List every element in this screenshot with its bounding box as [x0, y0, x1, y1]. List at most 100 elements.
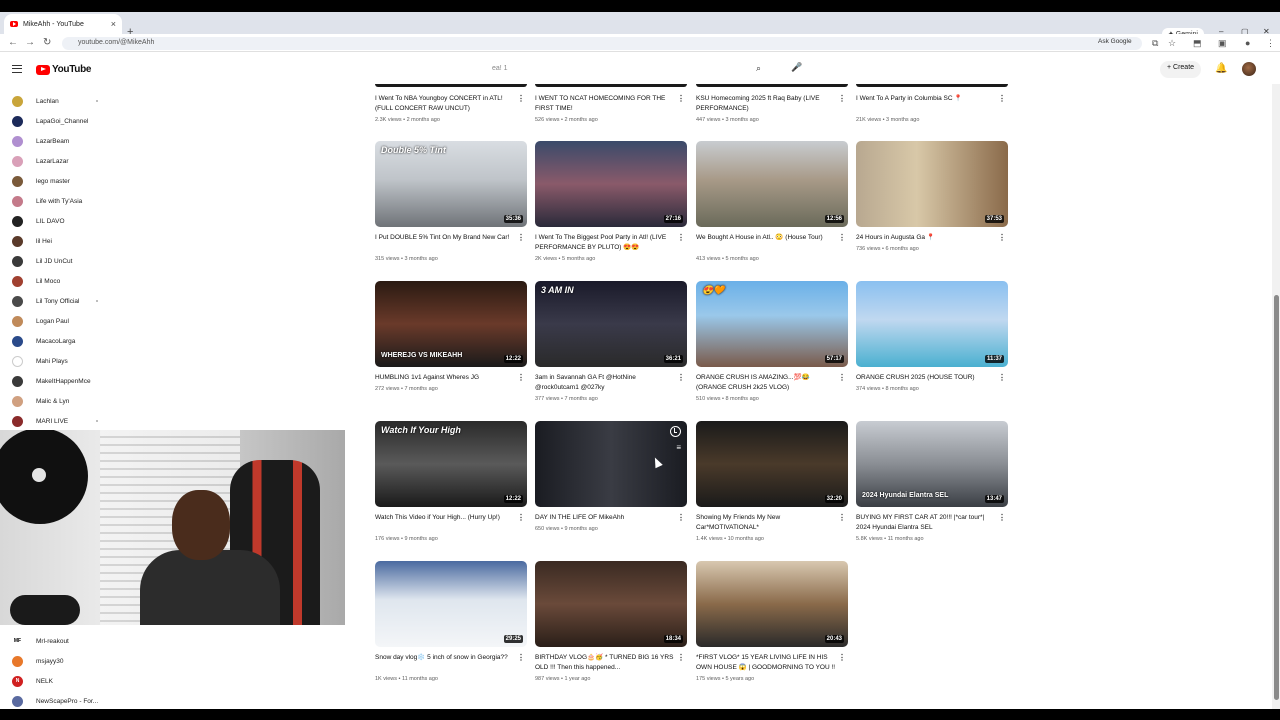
video-thumbnail[interactable]: ≡ [535, 421, 687, 507]
video-thumbnail[interactable]: 12:56 [696, 141, 848, 227]
video-thumbnail[interactable]: 20:43 [696, 561, 848, 647]
extensions-icon[interactable]: ⬒ [1193, 38, 1202, 49]
sidebar-channel-item[interactable]: N NELK [12, 674, 112, 688]
video-title[interactable]: *FIRST VLOG* 15 YEAR LIVING LIFE IN HIS … [696, 653, 838, 672]
video-title[interactable]: I Went To NBA Youngboy CONCERT in ATL! (… [375, 94, 517, 113]
video-title[interactable]: Snow day vlog❄️ 5 inch of snow in Georgi… [375, 653, 517, 663]
video-thumbnail[interactable]: 18:34 [535, 561, 687, 647]
video-card[interactable]: I Went To NBA Youngboy CONCERT in ATL! (… [375, 84, 527, 124]
video-thumbnail[interactable] [856, 84, 1008, 87]
sidebar-channel-item[interactable]: lego master [12, 174, 112, 188]
video-title[interactable]: BUYING MY FIRST CAR AT 20!!! |*car tour*… [856, 513, 998, 532]
sidebar-channel-item[interactable]: Malic & Lyn [12, 394, 112, 408]
video-thumbnail[interactable]: WHEREJG VS MIKEAHH 12:22 [375, 281, 527, 367]
video-title[interactable]: I Put DOUBLE 5% Tint On My Brand New Car… [375, 233, 517, 243]
more-actions-icon[interactable]: ⋮ [517, 233, 525, 242]
sidebar-channel-item[interactable]: MARI LIVE [12, 414, 112, 428]
sidebar-channel-item[interactable]: LazarLazar [12, 154, 112, 168]
sidebar-channel-item[interactable]: lil Hei [12, 234, 112, 248]
video-thumbnail[interactable] [535, 84, 687, 87]
video-title[interactable]: 3am in Savannah GA Ft @HotNine @rock0utc… [535, 373, 677, 392]
video-title[interactable]: Watch This Video if Your High... (Hurry … [375, 513, 517, 523]
video-title[interactable]: HUMBLING 1v1 Against Wheres JG [375, 373, 517, 383]
sidebar-channel-item[interactable]: NewScapePro - For... [12, 694, 112, 708]
video-title[interactable]: DAY IN THE LIFE OF MikeAhh [535, 513, 677, 523]
more-actions-icon[interactable]: ⋮ [517, 513, 525, 522]
video-card[interactable]: 27:16 I Went To The Biggest Pool Party in… [535, 141, 687, 271]
video-title[interactable]: ORANGE CRUSH IS AMAZING...💯😂 (ORANGE CRU… [696, 373, 838, 392]
video-title[interactable]: We Bought A House in Atl.. 😳 (House Tour… [696, 233, 838, 243]
video-title[interactable]: Showing My Friends My New Car*MOTIVATION… [696, 513, 838, 532]
scrollbar-thumb[interactable] [1274, 295, 1279, 700]
video-card[interactable]: 12:56 We Bought A House in Atl.. 😳 (House… [696, 141, 848, 271]
sidebar-channel-item[interactable]: MacacoLarga [12, 334, 112, 348]
more-actions-icon[interactable]: ⋮ [677, 233, 685, 242]
sidebar-channel-item[interactable]: Life with Ty'Asia [12, 194, 112, 208]
back-button[interactable]: ← [8, 37, 18, 48]
video-card[interactable]: Watch If Your High 12:22 Watch This Video … [375, 421, 527, 551]
video-title[interactable]: I WENT TO NCAT HOMECOMING FOR THE FIRST … [535, 94, 677, 113]
video-title[interactable]: 24 Hours in Augusta Ga 📍 [856, 233, 998, 243]
reload-button[interactable]: ↻ [43, 37, 51, 48]
more-actions-icon[interactable]: ⋮ [838, 513, 846, 522]
video-card[interactable]: WHEREJG VS MIKEAHH 12:22 HUMBLING 1v1 Agai… [375, 281, 527, 411]
video-card[interactable]: Double 5% Tint 35:36 I Put DOUBLE 5% Tint … [375, 141, 527, 271]
more-actions-icon[interactable]: ⋮ [838, 94, 846, 103]
video-thumbnail[interactable]: 😍🧡 57:17 [696, 281, 848, 367]
more-actions-icon[interactable]: ⋮ [677, 653, 685, 662]
notifications-bell-icon[interactable]: 🔔 [1215, 63, 1227, 74]
watch-later-icon[interactable] [670, 426, 681, 437]
sidebar-channel-item[interactable]: LazarBeam [12, 134, 112, 148]
sidebar-channel-item[interactable]: msjayy30 [12, 654, 112, 668]
browser-tab[interactable]: MikeAhh - YouTube × [4, 14, 122, 34]
more-actions-icon[interactable]: ⋮ [517, 373, 525, 382]
youtube-logo[interactable]: YouTube [36, 64, 92, 75]
video-thumbnail[interactable] [375, 84, 527, 87]
more-actions-icon[interactable]: ⋮ [838, 233, 846, 242]
video-thumbnail[interactable]: 2024 Hyundai Elantra SEL 13:47 [856, 421, 1008, 507]
tab-close-icon[interactable]: × [111, 19, 116, 29]
video-card[interactable]: 18:34 BIRTHDAY VLOG🎂🥳 * TURNED BIG 16 YRS… [535, 561, 687, 691]
video-card[interactable]: 29:25 Snow day vlog❄️ 5 inch of snow in G… [375, 561, 527, 691]
video-thumbnail[interactable] [696, 84, 848, 87]
microphone-icon[interactable]: 🎤 [791, 62, 802, 73]
video-thumbnail[interactable]: Watch If Your High 12:22 [375, 421, 527, 507]
menu-kebab-icon[interactable]: ⋮ [1266, 38, 1275, 49]
sidebar-channel-item[interactable]: Logan Paul [12, 314, 112, 328]
video-card[interactable]: 2024 Hyundai Elantra SEL 13:47 BUYING MY F… [856, 421, 1008, 551]
video-thumbnail[interactable]: Double 5% Tint 35:36 [375, 141, 527, 227]
video-card[interactable]: 37:53 24 Hours in Augusta Ga 📍 736 views •… [856, 141, 1008, 271]
video-card[interactable]: I Went To A Party in Columbia SC 📍 21K vi… [856, 84, 1008, 124]
video-card[interactable]: 20:43 *FIRST VLOG* 15 YEAR LIVING LIFE IN… [696, 561, 848, 691]
more-actions-icon[interactable]: ⋮ [838, 653, 846, 662]
more-actions-icon[interactable]: ⋮ [998, 94, 1006, 103]
video-thumbnail[interactable]: 32:20 [696, 421, 848, 507]
video-card[interactable]: I WENT TO NCAT HOMECOMING FOR THE FIRST … [535, 84, 687, 124]
more-actions-icon[interactable]: ⋮ [998, 233, 1006, 242]
video-card[interactable]: 11:37 ORANGE CRUSH 2025 (HOUSE TOUR) 374 v… [856, 281, 1008, 411]
sidebar-channel-item[interactable]: Lachlan [12, 94, 112, 108]
search-input[interactable]: ea! 1 [482, 61, 822, 79]
sidebar-channel-item[interactable]: Lil Tony Official [12, 294, 112, 308]
video-title[interactable]: KSU Homecoming 2025 ft Raq Baby (LIVE PE… [696, 94, 838, 113]
more-actions-icon[interactable]: ⋮ [677, 513, 685, 522]
video-card[interactable]: 😍🧡 57:17 ORANGE CRUSH IS AMAZING...💯😂 (ORA… [696, 281, 848, 411]
video-title[interactable]: ORANGE CRUSH 2025 (HOUSE TOUR) [856, 373, 998, 383]
video-thumbnail[interactable]: 37:53 [856, 141, 1008, 227]
video-card[interactable]: 3 AM IN 36:21 3am in Savannah GA Ft @HotNi… [535, 281, 687, 411]
bookmark-star-icon[interactable]: ☆ [1168, 38, 1176, 49]
create-button[interactable]: + Create [1160, 61, 1202, 78]
sidebar-channel-item[interactable]: Lil JD UnCut [12, 254, 112, 268]
video-thumbnail[interactable]: 3 AM IN 36:21 [535, 281, 687, 367]
search-icon[interactable]: ⌕ [756, 63, 761, 74]
sidebar-channel-item[interactable]: LIL DAVO [12, 214, 112, 228]
hamburger-menu-icon[interactable] [12, 65, 22, 73]
ask-google-button[interactable]: Ask Google [1098, 38, 1132, 45]
sidebar-channel-item[interactable]: Lil Moco [12, 274, 112, 288]
more-actions-icon[interactable]: ⋮ [838, 373, 846, 382]
more-actions-icon[interactable]: ⋮ [677, 94, 685, 103]
video-thumbnail[interactable]: 29:25 [375, 561, 527, 647]
more-actions-icon[interactable]: ⋮ [677, 373, 685, 382]
video-card[interactable]: 32:20 Showing My Friends My New Car*MOTIV… [696, 421, 848, 551]
video-title[interactable]: I Went To The Biggest Pool Party in Atl!… [535, 233, 677, 252]
